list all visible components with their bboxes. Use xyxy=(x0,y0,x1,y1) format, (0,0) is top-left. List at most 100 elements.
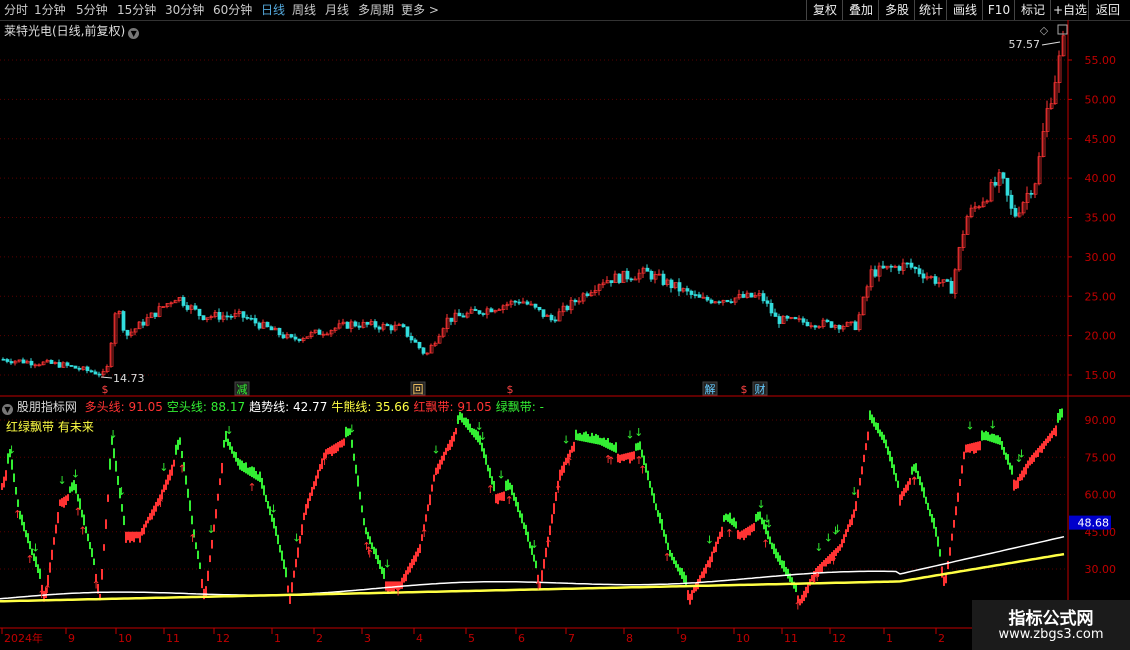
x-tick-label: 7 xyxy=(568,632,575,645)
candle-body xyxy=(345,321,350,329)
x-tick-label: 5 xyxy=(468,632,475,645)
candle-body xyxy=(629,278,634,281)
indicator-field-value: - xyxy=(535,400,544,414)
down-arrow-icon: ↓ xyxy=(1017,447,1026,460)
down-arrow-icon: ↓ xyxy=(561,434,570,447)
candle-body xyxy=(677,282,682,292)
candle-body xyxy=(517,301,522,304)
candle-body xyxy=(457,312,462,317)
x-tick-label: 8 xyxy=(626,632,633,645)
candle-body xyxy=(565,305,570,311)
up-arrow-icon: ↑ xyxy=(604,453,613,466)
candle-body xyxy=(645,267,650,272)
down-arrow-icon: ↓ xyxy=(478,430,487,443)
up-arrow-icon: ↑ xyxy=(829,555,838,568)
candle-body xyxy=(141,321,146,326)
indicator-field-label: 红飘带: xyxy=(413,400,454,414)
candle-body xyxy=(49,359,54,364)
candle-body xyxy=(889,265,894,268)
up-arrow-icon: ↑ xyxy=(78,524,87,537)
candle-body xyxy=(949,281,954,294)
candle-body xyxy=(409,336,414,341)
indicator-field-label: 绿飘带: xyxy=(495,400,536,414)
down-arrow-icon: ↓ xyxy=(117,485,126,498)
candle-body xyxy=(353,321,358,327)
price-tick-label: 15.00 xyxy=(1085,369,1117,382)
candle-body xyxy=(77,367,82,370)
chevron-down-icon[interactable]: ▼ xyxy=(128,28,140,39)
candle-body xyxy=(201,315,206,320)
up-arrow-icon: ↑ xyxy=(13,508,22,521)
up-arrow-icon: ↑ xyxy=(725,527,734,540)
candle-body xyxy=(553,319,558,322)
dividend-icon: $ xyxy=(741,383,748,396)
watermark-url: www.zbgs3.com xyxy=(998,627,1104,642)
indicator-field-4: 红飘带: 91.05 xyxy=(414,400,492,414)
dividend-icon: $ xyxy=(507,383,514,396)
candle-body xyxy=(69,365,74,367)
watermark-logo: 指标公式网 www.zbgs3.com xyxy=(972,600,1130,650)
candle-body xyxy=(777,316,782,324)
candle-body xyxy=(765,300,770,304)
candle-body xyxy=(649,270,654,280)
candle-body xyxy=(993,182,998,186)
up-arrow-icon: ↑ xyxy=(662,551,671,564)
candle-body xyxy=(225,315,230,318)
indicator-field-value: 91.05 xyxy=(124,400,163,414)
event-marker-label: 解 xyxy=(705,382,716,396)
indicator-legend: ▼ 股朋指标网 多头线: 91.05 空头线: 88.17 趋势线: 42.77 牛熊… xyxy=(2,398,544,415)
down-arrow-icon: ↓ xyxy=(530,538,539,551)
price-panel-title[interactable]: 莱特光电(日线,前复权) ▼ xyxy=(4,22,140,39)
candle-body xyxy=(401,324,406,328)
current-value-label: 48.68 xyxy=(1078,517,1110,530)
up-arrow-icon: ↑ xyxy=(486,483,495,496)
down-arrow-icon: ↓ xyxy=(108,428,117,441)
down-arrow-icon: ↓ xyxy=(814,541,823,554)
event-marker-label: 减 xyxy=(237,383,248,396)
candle-body xyxy=(21,359,26,364)
x-tick-label: 10 xyxy=(736,632,750,645)
x-tick-label: 12 xyxy=(216,632,230,645)
candle-body xyxy=(585,293,590,296)
candle-body xyxy=(741,294,746,298)
price-tick-label: 40.00 xyxy=(1085,172,1117,185)
chevron-down-icon[interactable]: ▼ xyxy=(2,404,13,415)
indicator-tick-label: 60.00 xyxy=(1085,489,1117,502)
candle-body xyxy=(913,266,918,270)
indicator-field-3: 牛熊线: 35.66 xyxy=(331,400,409,414)
up-arrow-icon: ↑ xyxy=(761,537,770,550)
x-tick-label: 11 xyxy=(166,632,180,645)
indicator-name[interactable]: 股朋指标网 xyxy=(17,400,77,414)
up-arrow-icon: ↑ xyxy=(534,580,543,593)
candle-body xyxy=(405,326,410,337)
down-arrow-icon: ↓ xyxy=(58,474,67,487)
candle-body xyxy=(801,318,806,323)
candle-body xyxy=(533,303,538,308)
down-arrow-icon: ↓ xyxy=(831,525,840,538)
candle-body xyxy=(73,365,78,369)
candle-body xyxy=(933,276,938,284)
up-arrow-icon: ↑ xyxy=(320,455,329,468)
candle-body xyxy=(773,312,778,317)
candle-body xyxy=(625,270,630,280)
high-price-label: 57.57 xyxy=(1009,38,1041,51)
kline-chart-canvas[interactable]: 55.00 50.00 45.00 40.00 35.00 30.00 25.00 20.00… xyxy=(0,0,1130,650)
candle-body xyxy=(449,317,454,322)
candle-body xyxy=(413,339,418,343)
low-price-arrow xyxy=(100,376,113,379)
price-tick-label: 45.00 xyxy=(1085,133,1117,146)
candle-body xyxy=(793,317,798,320)
candle-body xyxy=(269,326,274,331)
candle-body xyxy=(29,360,34,366)
x-tick-label: 4 xyxy=(416,632,423,645)
candle-body xyxy=(317,329,322,335)
up-arrow-icon: ↑ xyxy=(565,455,574,468)
up-arrow-icon: ↑ xyxy=(544,538,553,551)
indicator-tick-label: 30.00 xyxy=(1085,563,1117,576)
candle-body xyxy=(1013,208,1018,217)
indicator-tick-label: 75.00 xyxy=(1085,451,1117,464)
candle-body xyxy=(729,301,734,303)
x-tick-label: 2 xyxy=(316,632,323,645)
candle-body xyxy=(873,269,878,277)
up-arrow-icon: ↑ xyxy=(810,573,819,586)
